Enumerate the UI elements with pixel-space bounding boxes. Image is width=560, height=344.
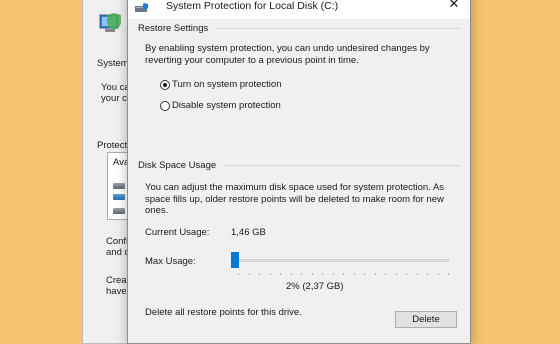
- drive-icon: [113, 208, 125, 214]
- disk-space-description: You can adjust the maximum disk space us…: [145, 182, 445, 217]
- delete-button-label: Delete: [412, 314, 440, 325]
- section-divider: [216, 27, 460, 29]
- restore-settings-group: Restore Settings: [138, 22, 460, 34]
- system-protection-icon: [135, 3, 149, 14]
- disk-space-usage-header: Disk Space Usage: [138, 159, 217, 171]
- current-usage-value: 1,46 GB: [231, 227, 266, 238]
- max-usage-label: Max Usage:: [145, 256, 196, 267]
- close-button[interactable]: ✕: [438, 0, 470, 15]
- radio-checked-icon: [160, 79, 170, 90]
- slider-tick: [301, 273, 302, 275]
- slider-tick: [416, 273, 418, 275]
- max-usage-value: 2% (2,37 GB): [286, 281, 344, 292]
- radio-unchecked-icon: [160, 100, 170, 111]
- slider-tick: [322, 273, 323, 275]
- title-bar[interactable]: System Protection for Local Disk (C:) ✕: [128, 0, 470, 19]
- slider-tick: [427, 273, 428, 275]
- slider-tick: [364, 273, 365, 275]
- disk-description-line3: ones.: [145, 205, 169, 216]
- slider-tick: [332, 273, 334, 275]
- turn-on-protection-radio[interactable]: Turn on system protection: [160, 79, 281, 90]
- disk-description-line1: You can adjust the maximum disk space us…: [145, 182, 445, 193]
- bg-text-create1: Creat: [106, 275, 130, 286]
- system-protection-dialog: System Protection for Local Disk (C:) ✕ …: [127, 0, 471, 344]
- delete-restore-points-text: Delete all restore points for this drive…: [145, 307, 302, 318]
- restore-settings-description: By enabling system protection, you can u…: [145, 43, 445, 66]
- drive-icon: [113, 183, 125, 189]
- bg-label-system: System: [97, 58, 129, 69]
- max-usage-slider-track[interactable]: [234, 259, 449, 262]
- section-divider: [224, 164, 460, 166]
- max-usage-slider-thumb[interactable]: [231, 252, 239, 268]
- disable-protection-label: Disable system protection: [172, 100, 281, 111]
- slider-tick: [395, 273, 397, 275]
- slider-tick: [259, 273, 260, 275]
- dialog-title: System Protection for Local Disk (C:): [166, 0, 339, 12]
- close-icon: ✕: [448, 0, 460, 11]
- current-usage-label: Current Usage:: [145, 227, 210, 238]
- restore-description-line2: reverting your computer to a previous po…: [145, 54, 359, 66]
- disk-space-usage-group: Disk Space Usage: [138, 159, 460, 171]
- slider-tick: [269, 273, 271, 275]
- slider-tick: [248, 273, 250, 275]
- slider-tick: [406, 273, 407, 275]
- slider-tick: [353, 273, 355, 275]
- bg-text-line1: You ca: [101, 82, 130, 93]
- slider-ticks: [238, 273, 449, 276]
- slider-tick: [311, 273, 313, 275]
- computer-protection-icon: [98, 9, 124, 35]
- slider-tick: [343, 273, 344, 275]
- bg-text-config1: Confi: [106, 236, 129, 247]
- restore-settings-header: Restore Settings: [138, 22, 209, 34]
- system-drive-icon: [113, 194, 125, 200]
- restore-description-line1: By enabling system protection, you can u…: [145, 43, 430, 54]
- turn-on-protection-label: Turn on system protection: [172, 79, 282, 90]
- slider-tick: [448, 273, 449, 275]
- slider-tick: [238, 273, 239, 275]
- slider-tick: [385, 273, 386, 275]
- delete-button[interactable]: Delete: [395, 311, 457, 328]
- slider-tick: [374, 273, 376, 275]
- slider-tick: [290, 273, 292, 275]
- disk-description-line2: space fills up, older restore points wil…: [145, 193, 444, 205]
- slider-tick: [280, 273, 281, 275]
- bg-text-create2: have: [106, 286, 127, 297]
- disable-protection-radio[interactable]: Disable system protection: [160, 100, 281, 111]
- slider-tick: [437, 273, 439, 275]
